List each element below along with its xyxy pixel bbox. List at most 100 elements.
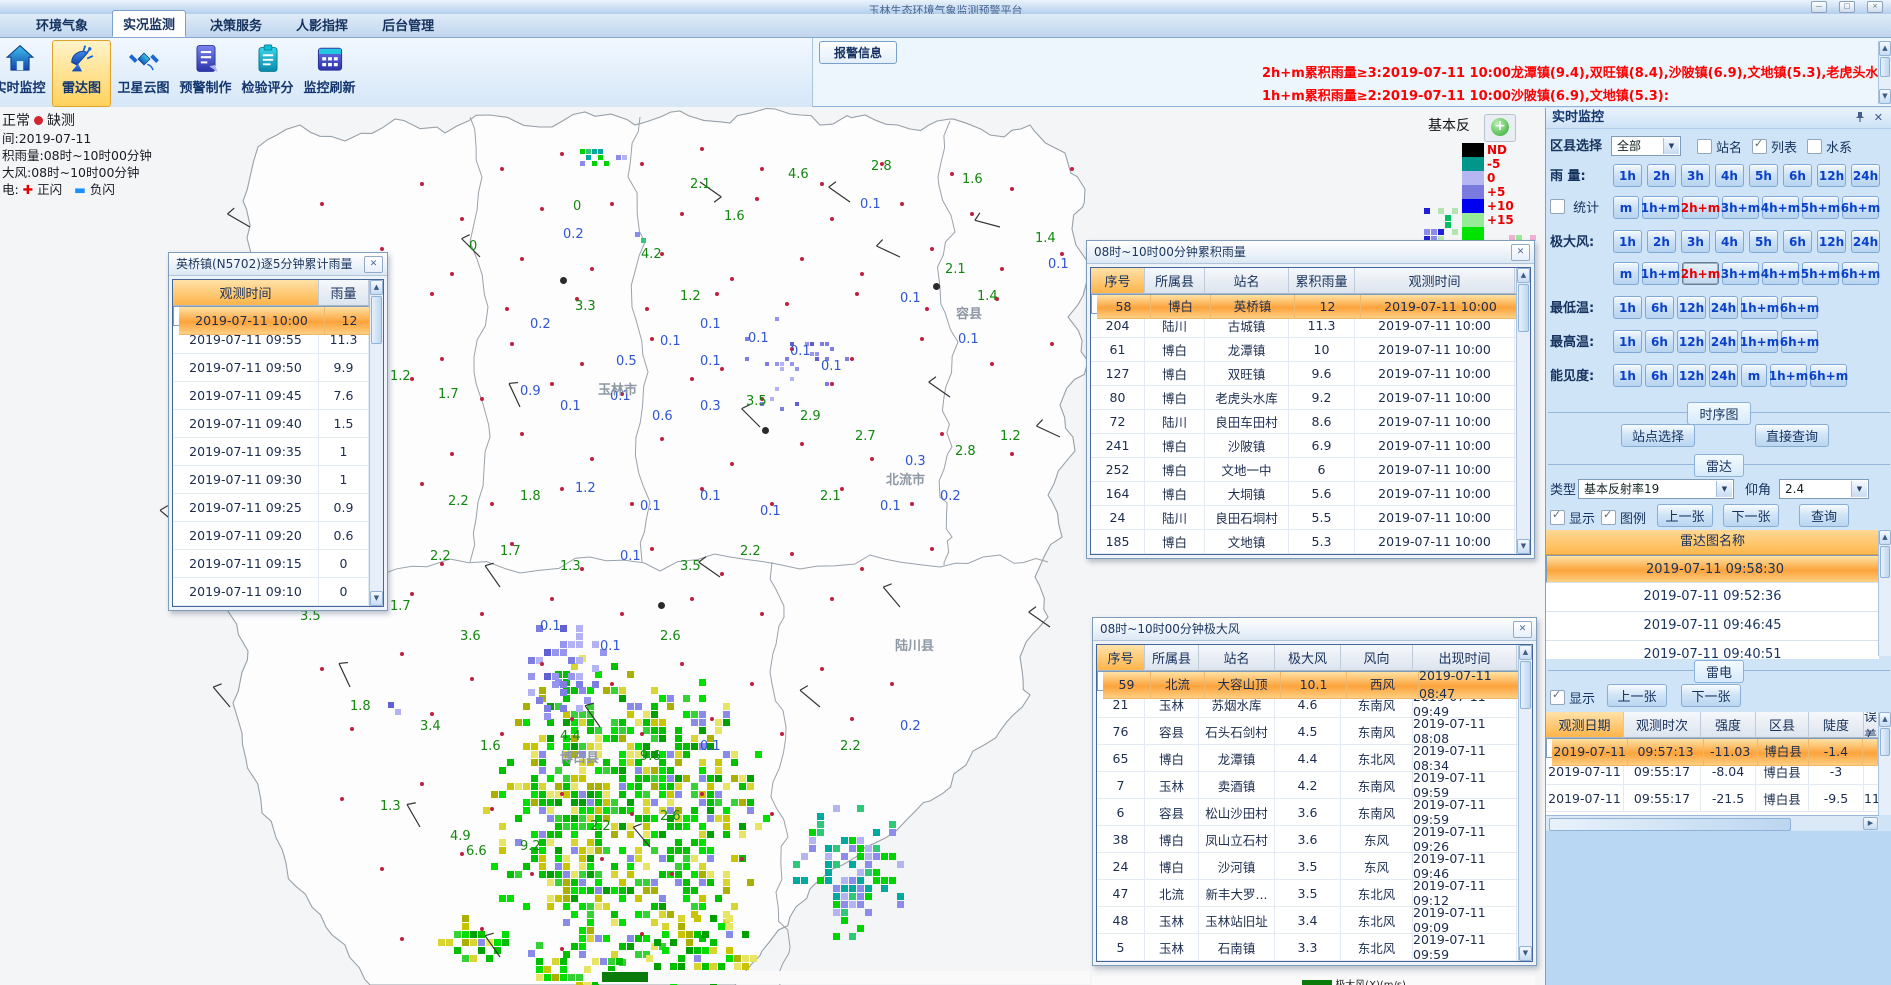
table-scrollbar[interactable]: ▲▼ — [1518, 645, 1532, 961]
time-button-12h[interactable]: 12h — [1817, 164, 1846, 187]
column-header[interactable]: 站名 — [1205, 268, 1289, 294]
time-button-4h+m[interactable]: 4h+m — [1762, 262, 1799, 285]
time-button-24h[interactable]: 24h — [1851, 164, 1880, 187]
zoom-plus-icon[interactable]: + — [1491, 118, 1509, 136]
table-row[interactable]: 61博白龙潭镇102019-07-11 10:00 — [1091, 338, 1530, 362]
time-button-24h[interactable]: 24h — [1709, 296, 1738, 319]
time-button-6h[interactable]: 6h — [1783, 230, 1812, 253]
table-row[interactable]: 2019-07-11 09:150 — [173, 550, 383, 578]
column-header[interactable]: 观测时间 — [1355, 268, 1515, 294]
time-button-1h+m[interactable]: 1h+m — [1642, 196, 1679, 219]
accum-rain-window[interactable]: 08时~10时00分钟累积雨量✕序号所属县站名累积雨量观测时间58博白英桥镇12… — [1086, 240, 1535, 559]
max-wind-window[interactable]: 08时~10时00分钟极大风✕序号所属县站名极大风风向出现时间59北流大容山顶1… — [1092, 617, 1537, 966]
time-button-6h+m[interactable]: 6h+m — [1781, 296, 1818, 319]
table-row[interactable]: 80博白老虎头水库9.22019-07-11 10:00 — [1091, 386, 1530, 410]
tool-score[interactable]: 检验评分 — [238, 40, 297, 107]
time-button-6h+m[interactable]: 6h+m — [1842, 196, 1879, 219]
time-button-5h+m[interactable]: 5h+m — [1802, 196, 1839, 219]
scroll-down-icon[interactable]: ▼ — [1519, 946, 1532, 961]
table-row[interactable]: 252博白文地一中62019-07-11 10:00 — [1091, 458, 1530, 482]
time-button-6h+m[interactable]: 6h+m — [1810, 364, 1847, 387]
column-header[interactable]: 序号 — [1091, 268, 1145, 294]
time-button-5h+m[interactable]: 5h+m — [1802, 262, 1839, 285]
table-row[interactable]: 2019-07-11 09:200.6 — [173, 522, 383, 550]
time-button-3h[interactable]: 3h — [1681, 230, 1710, 253]
scroll-thumb[interactable] — [1880, 57, 1890, 77]
station-select-button[interactable]: 站点选择 — [1621, 424, 1695, 447]
time-button-6h+m[interactable]: 6h+m — [1842, 262, 1879, 285]
time-button-6h[interactable]: 6h — [1645, 330, 1674, 353]
time-button-6h[interactable]: 6h — [1645, 296, 1674, 319]
time-button-24h[interactable]: 24h — [1709, 330, 1738, 353]
time-button-1h[interactable]: 1h — [1613, 164, 1642, 187]
table-row[interactable]: 72陆川良田车田村8.62019-07-11 10:00 — [1091, 410, 1530, 434]
table-row[interactable]: 58博白英桥镇122019-07-11 10:00 — [1091, 294, 1530, 314]
time-button-12h[interactable]: 12h — [1817, 230, 1846, 253]
table-row[interactable]: 2019-07-11 09:100 — [173, 578, 383, 606]
close-button[interactable]: × — [1867, 1, 1883, 13]
time-button-1h[interactable]: 1h — [1613, 296, 1642, 319]
checkbox-icon[interactable] — [1807, 139, 1822, 154]
time-button-1h+m[interactable]: 1h+m — [1770, 364, 1807, 387]
tool-refresh[interactable]: 监控刷新 — [300, 40, 359, 107]
time-button-1h+m[interactable]: 1h+m — [1741, 330, 1778, 353]
table-row[interactable]: 38博白凤山立石村3.6东风2019-07-11 09:26 — [1097, 826, 1532, 853]
table-row[interactable]: 2019-07-1109:57:13-11.03博白县-1.4 — [1546, 738, 1879, 758]
table-row[interactable]: 76容县石头石剑村4.5东南风2019-07-11 08:08 — [1097, 718, 1532, 745]
stat-checkbox[interactable] — [1550, 199, 1565, 214]
table-row[interactable]: 2019-07-11 10:0012 — [173, 306, 383, 326]
time-button-2h+m[interactable]: 2h+m — [1682, 196, 1719, 219]
menu-tab-2[interactable]: 实况监测 — [112, 10, 186, 37]
scroll-thumb[interactable] — [1518, 284, 1529, 332]
table-row[interactable]: 127博白双旺镇9.62019-07-11 10:00 — [1091, 362, 1530, 386]
window-close-icon[interactable]: ✕ — [1513, 621, 1532, 638]
column-header[interactable]: 序号 — [1097, 645, 1145, 671]
time-button-m[interactable]: m — [1741, 364, 1767, 387]
column-header[interactable]: 观测日期 — [1546, 712, 1624, 738]
tool-radar[interactable]: 雷达图 — [52, 40, 111, 107]
pin-icon[interactable] — [1855, 111, 1865, 126]
scroll-thumb[interactable] — [371, 296, 382, 344]
tool-satellite[interactable]: 卫星云图 — [114, 40, 173, 107]
table-row[interactable]: 48玉林玉林站旧址3.4东北风2019-07-11 09:09 — [1097, 907, 1532, 934]
time-button-5h[interactable]: 5h — [1749, 164, 1778, 187]
time-button-m[interactable]: m — [1613, 262, 1639, 285]
column-header[interactable]: 风向 — [1341, 645, 1413, 671]
radar-list-item[interactable]: 2019-07-11 09:52:36 — [1546, 583, 1879, 612]
time-button-2h+m[interactable]: 2h+m — [1682, 262, 1719, 285]
time-button-1h+m[interactable]: 1h+m — [1642, 262, 1679, 285]
table-row[interactable]: 2019-07-11 09:301 — [173, 466, 383, 494]
column-header[interactable]: 极大风 — [1275, 645, 1341, 671]
radar-elev-dropdown[interactable]: 2.4 ▼ — [1779, 479, 1869, 499]
lightning-hscrollbar[interactable]: ▶ — [1546, 815, 1879, 830]
time-button-4h+m[interactable]: 4h+m — [1762, 196, 1799, 219]
table-row[interactable]: 6容县松山沙田村3.6东南风2019-07-11 09:59 — [1097, 799, 1532, 826]
table-row[interactable]: 24博白沙河镇3.5东风2019-07-11 09:46 — [1097, 853, 1532, 880]
column-header[interactable]: 观测时间 — [173, 280, 319, 306]
table-row[interactable]: 5玉林石南镇3.3东北风2019-07-11 09:59 — [1097, 934, 1532, 961]
alarm-scrollbar[interactable]: ▲ ▼ — [1878, 41, 1891, 104]
table-row[interactable]: 7玉林卖酒镇4.2东南风2019-07-11 09:59 — [1097, 772, 1532, 799]
table-row[interactable]: 65博白龙潭镇4.4东北风2019-07-11 08:34 — [1097, 745, 1532, 772]
table-row[interactable]: 2019-07-1109:55:17-21.5博白县-9.511 — [1546, 785, 1879, 812]
time-button-6h[interactable]: 6h — [1645, 364, 1674, 387]
scroll-thumb[interactable] — [1880, 546, 1890, 578]
time-button-m[interactable]: m — [1613, 196, 1639, 219]
table-row[interactable]: 2019-07-11 09:401.5 — [173, 410, 383, 438]
panel-close-icon[interactable]: ✕ — [1874, 111, 1883, 124]
scroll-up-icon[interactable]: ▲ — [1879, 712, 1891, 727]
column-header[interactable]: 所属县 — [1145, 645, 1199, 671]
checkbox-icon[interactable] — [1697, 139, 1712, 154]
time-button-2h[interactable]: 2h — [1647, 164, 1676, 187]
lightning-next-button[interactable]: 下一张 — [1681, 684, 1741, 707]
table-row[interactable]: 164博白大垌镇5.62019-07-11 10:00 — [1091, 482, 1530, 506]
column-header[interactable]: 误差 — [1864, 712, 1879, 738]
table-row[interactable]: 2019-07-11 09:250.9 — [173, 494, 383, 522]
table-row[interactable]: 59北流大容山顶10.1西风2019-07-11 08:47 — [1097, 671, 1532, 691]
scroll-down-icon[interactable]: ▼ — [1879, 89, 1891, 104]
time-button-12h[interactable]: 12h — [1677, 296, 1706, 319]
chevron-down-icon[interactable]: ▼ — [1663, 138, 1679, 154]
scroll-thumb[interactable] — [1549, 818, 1791, 831]
chevron-down-icon[interactable]: ▼ — [1716, 481, 1732, 497]
time-button-12h[interactable]: 12h — [1677, 364, 1706, 387]
